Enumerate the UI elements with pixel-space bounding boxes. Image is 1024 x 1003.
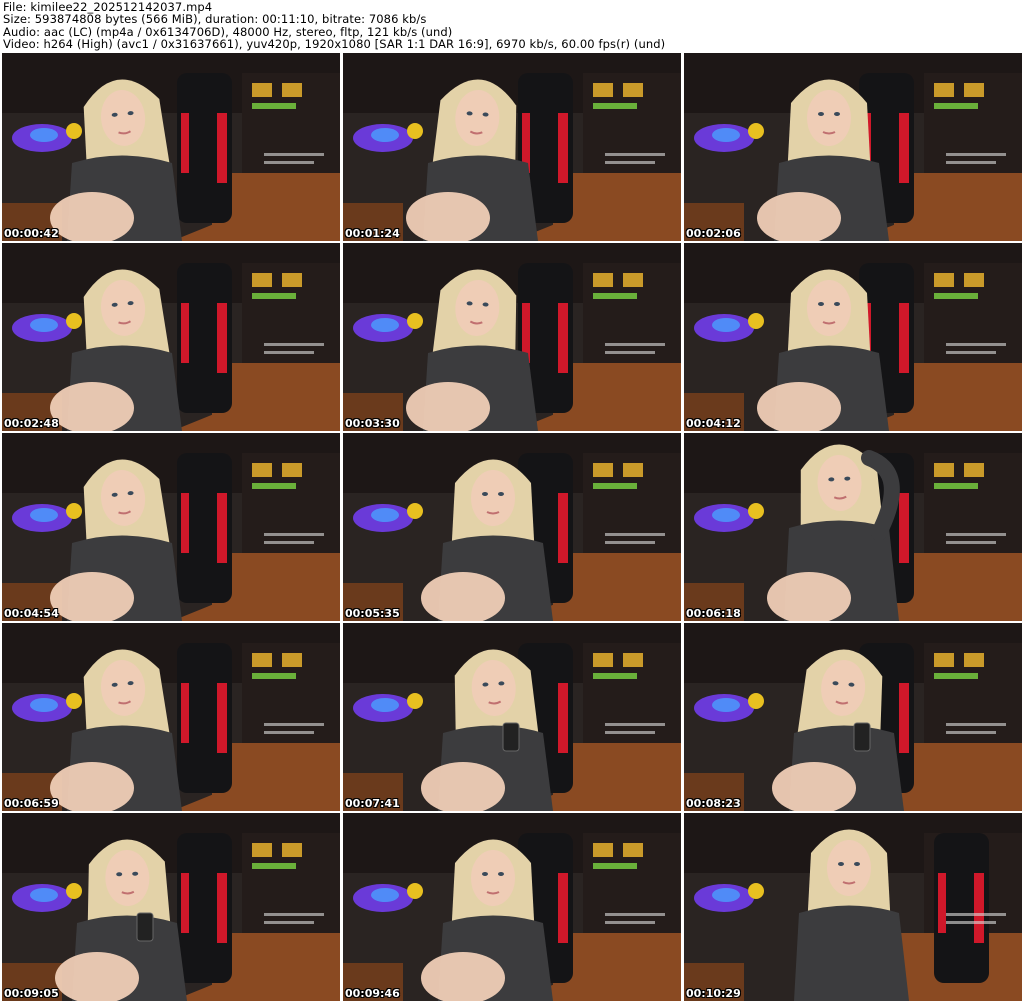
thumbnail-frame-image bbox=[2, 53, 340, 241]
video-thumbnail: 00:08:23 bbox=[684, 623, 1022, 811]
thumbnail-timestamp: 00:02:06 bbox=[686, 227, 741, 240]
video-thumbnail: 00:04:54 bbox=[2, 433, 340, 621]
video-thumbnail: 00:07:41 bbox=[343, 623, 681, 811]
thumbnail-timestamp: 00:08:23 bbox=[686, 797, 741, 810]
thumbnail-frame-image bbox=[343, 243, 681, 431]
thumbnail-timestamp: 00:09:05 bbox=[4, 987, 59, 1000]
video-thumbnail: 00:00:42 bbox=[2, 53, 340, 241]
thumbnail-timestamp: 00:07:41 bbox=[345, 797, 400, 810]
video-thumbnail: 00:02:06 bbox=[684, 53, 1022, 241]
thumbnail-frame-image bbox=[343, 433, 681, 621]
thumbnail-timestamp: 00:04:54 bbox=[4, 607, 59, 620]
thumbnail-timestamp: 00:06:18 bbox=[686, 607, 741, 620]
thumbnail-frame-image bbox=[684, 243, 1022, 431]
video-thumbnail: 00:03:30 bbox=[343, 243, 681, 431]
thumbnail-frame-image bbox=[343, 53, 681, 241]
thumbnail-frame-image bbox=[684, 433, 1022, 621]
thumbnail-frame-image bbox=[684, 813, 1022, 1001]
video-thumbnail: 00:06:18 bbox=[684, 433, 1022, 621]
thumbnail-timestamp: 00:05:35 bbox=[345, 607, 400, 620]
thumbnail-frame-image bbox=[684, 623, 1022, 811]
thumbnail-timestamp: 00:04:12 bbox=[686, 417, 741, 430]
video-thumbnail: 00:10:29 bbox=[684, 813, 1022, 1001]
video-thumbnail: 00:04:12 bbox=[684, 243, 1022, 431]
thumbnail-timestamp: 00:01:24 bbox=[345, 227, 400, 240]
thumbnail-timestamp: 00:02:48 bbox=[4, 417, 59, 430]
thumbnail-frame-image bbox=[2, 813, 340, 1001]
thumbnail-frame-image bbox=[343, 813, 681, 1001]
file-info-header: File: kimilee22_202512142037.mp4 Size: 5… bbox=[3, 1, 1021, 51]
thumbnail-timestamp: 00:00:42 bbox=[4, 227, 59, 240]
thumbnail-timestamp: 00:10:29 bbox=[686, 987, 741, 1000]
thumbnail-grid: 00:00:42 00:01:24 00:02:06 00:02:48 00:0… bbox=[2, 53, 1022, 1001]
thumbnail-timestamp: 00:06:59 bbox=[4, 797, 59, 810]
video-thumbnail: 00:06:59 bbox=[2, 623, 340, 811]
video-thumbnail: 00:05:35 bbox=[343, 433, 681, 621]
file-size-line: Size: 593874808 bytes (566 MiB), duratio… bbox=[3, 12, 427, 27]
thumbnail-frame-image bbox=[2, 433, 340, 621]
thumbnail-frame-image bbox=[684, 53, 1022, 241]
video-info-line: Video: h264 (High) (avc1 / 0x31637661), … bbox=[3, 36, 666, 51]
video-thumbnail: 00:09:46 bbox=[343, 813, 681, 1001]
thumbnail-frame-image bbox=[343, 623, 681, 811]
thumbnail-frame-image bbox=[2, 243, 340, 431]
thumbnail-timestamp: 00:09:46 bbox=[345, 987, 400, 1000]
thumbnail-frame-image bbox=[2, 623, 340, 811]
thumbnail-timestamp: 00:03:30 bbox=[345, 417, 400, 430]
video-thumbnail: 00:02:48 bbox=[2, 243, 340, 431]
video-thumbnail: 00:09:05 bbox=[2, 813, 340, 1001]
video-thumbnail: 00:01:24 bbox=[343, 53, 681, 241]
